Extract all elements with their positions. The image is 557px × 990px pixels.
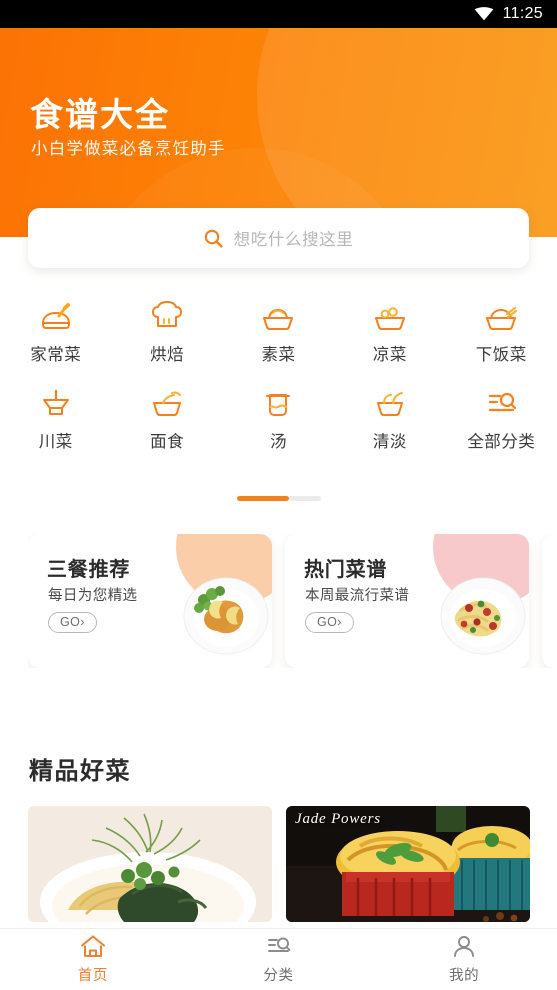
category-label: 素菜: [261, 346, 296, 364]
rice-bowl-chopsticks-icon: [482, 300, 520, 332]
category-item-rice-dish[interactable]: 下饭菜: [446, 300, 557, 365]
pagination-dot-active[interactable]: [236, 496, 289, 501]
soup-pot-icon: [259, 387, 297, 419]
category-item-vegetarian[interactable]: 素菜: [223, 300, 334, 365]
featured-dish-list: Jade Powers: [28, 806, 557, 922]
section-title-featured: 精品好菜: [29, 758, 131, 785]
app-root: 11:25 食谱大全 小白学做菜必备烹饪助手 想吃什么搜这里 家常菜 烘焙 素菜…: [0, 0, 557, 990]
cold-dish-bowl-icon: [371, 300, 409, 332]
dish-card-baked-cheese[interactable]: Jade Powers: [286, 806, 530, 922]
category-list-search-icon: [482, 387, 520, 419]
wifi-icon: [474, 7, 494, 21]
category-label: 川菜: [38, 433, 73, 451]
category-item-baking[interactable]: 烘焙: [111, 300, 222, 365]
pasta-plate-image: [431, 560, 529, 664]
promo-go-button[interactable]: GO›: [48, 612, 97, 633]
home-icon: [79, 934, 107, 959]
category-pagination[interactable]: [0, 496, 557, 501]
light-food-bowl-icon: [371, 387, 409, 419]
category-label: 家常菜: [30, 346, 82, 364]
category-grid: 家常菜 烘焙 素菜 凉菜 下饭菜 川菜 面食 汤 清淡 全部分类: [0, 300, 557, 452]
category-label: 面食: [150, 433, 185, 451]
page-subtitle: 小白学做菜必备烹饪助手: [31, 140, 226, 158]
chef-hat-icon: [148, 300, 186, 332]
user-person-icon: [450, 934, 478, 959]
promo-go-button[interactable]: GO›: [305, 612, 354, 633]
promo-carousel[interactable]: 三餐推荐 每日为您精选 GO› 热门菜谱 本周最流行菜谱 GO›: [28, 534, 557, 668]
vegetable-bowl-icon: [259, 300, 297, 332]
promo-card-popular-recipes[interactable]: 热门菜谱 本周最流行菜谱 GO›: [285, 534, 529, 668]
category-item-all-categories[interactable]: 全部分类: [446, 387, 557, 452]
category-label: 烘焙: [150, 346, 185, 364]
category-label: 下饭菜: [475, 346, 527, 364]
category-label: 汤: [269, 433, 287, 451]
page-title: 食谱大全: [30, 96, 170, 133]
search-icon: [204, 229, 223, 248]
search-input[interactable]: 想吃什么搜这里: [28, 208, 529, 268]
tab-category[interactable]: 分类: [186, 929, 372, 990]
category-label: 清淡: [372, 433, 407, 451]
category-item-sichuan[interactable]: 川菜: [0, 387, 111, 452]
pagination-dot-inactive[interactable]: [288, 496, 321, 501]
tab-label: 首页: [77, 968, 108, 984]
category-label: 全部分类: [467, 433, 536, 451]
category-list-icon: [265, 934, 293, 959]
tab-home[interactable]: 首页: [0, 929, 186, 990]
dish-watermark: Jade Powers: [295, 811, 381, 827]
category-item-home-cooking[interactable]: 家常菜: [0, 300, 111, 365]
promo-subtitle: 本周最流行菜谱: [305, 588, 410, 604]
category-item-cold-dish[interactable]: 凉菜: [334, 300, 445, 365]
promo-card-meal-recommendation[interactable]: 三餐推荐 每日为您精选 GO›: [28, 534, 272, 668]
search-placeholder: 想吃什么搜这里: [233, 231, 354, 249]
status-clock: 11:25: [502, 5, 543, 22]
status-bar: 11:25: [0, 0, 557, 28]
wok-pan-icon: [37, 300, 75, 332]
tab-profile[interactable]: 我的: [371, 929, 557, 990]
app-header: 食谱大全 小白学做菜必备烹饪助手: [0, 28, 557, 237]
tab-label: 分类: [263, 968, 294, 984]
fried-cutlet-plate-image: [174, 560, 272, 664]
noodle-bowl-icon: [148, 387, 186, 419]
category-item-soup[interactable]: 汤: [223, 387, 334, 452]
dish-card-fish-noodle[interactable]: [28, 806, 272, 922]
bottom-tab-bar: 首页 分类 我的: [0, 928, 557, 990]
promo-title: 三餐推荐: [47, 559, 131, 581]
promo-subtitle: 每日为您精选: [48, 588, 138, 604]
tab-label: 我的: [449, 968, 480, 984]
mortar-pestle-icon: [37, 387, 75, 419]
promo-title: 热门菜谱: [304, 559, 388, 581]
promo-card-third-partial[interactable]: [542, 534, 557, 668]
category-item-light-food[interactable]: 清淡: [334, 387, 445, 452]
category-label: 凉菜: [372, 346, 407, 364]
category-item-noodles[interactable]: 面食: [111, 387, 222, 452]
